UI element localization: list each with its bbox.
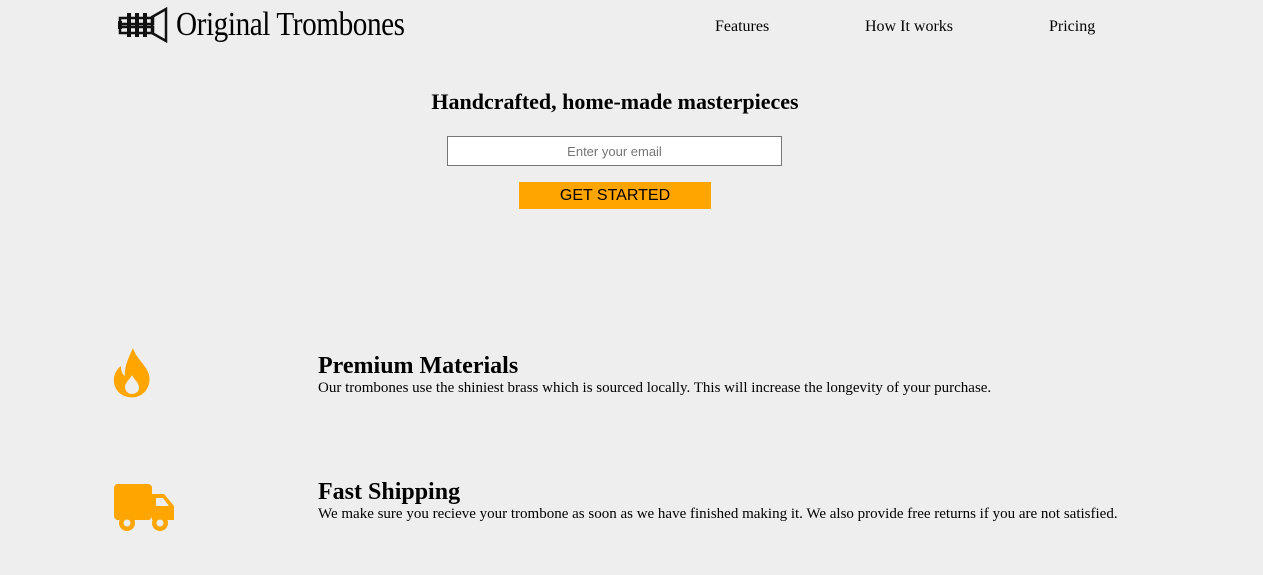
nav-link-features[interactable]: Features bbox=[715, 18, 769, 36]
truck-icon bbox=[114, 484, 174, 531]
feature-description: We make sure you recieve your trombone a… bbox=[318, 506, 1118, 522]
fire-icon bbox=[113, 348, 150, 398]
brand-logo[interactable]: Original Trombones bbox=[118, 7, 442, 43]
hero-title: Handcrafted, home-made masterpieces bbox=[431, 89, 799, 114]
feature-title: Fast Shipping bbox=[318, 479, 461, 505]
email-input[interactable] bbox=[447, 136, 782, 166]
landing-page: Original Trombones Features How It works… bbox=[0, 0, 1263, 575]
nav-link-how-it-works[interactable]: How It works bbox=[865, 18, 953, 36]
feature-description: Our trombones use the shiniest brass whi… bbox=[318, 380, 992, 396]
header: Original Trombones Features How It works… bbox=[0, 0, 1263, 60]
nav-link-pricing[interactable]: Pricing bbox=[1049, 18, 1095, 36]
feature-title: Premium Materials bbox=[318, 353, 519, 379]
brand-name: Original Trombones bbox=[176, 6, 405, 43]
get-started-button[interactable]: GET STARTED bbox=[519, 182, 711, 209]
trombone-icon bbox=[118, 7, 168, 43]
